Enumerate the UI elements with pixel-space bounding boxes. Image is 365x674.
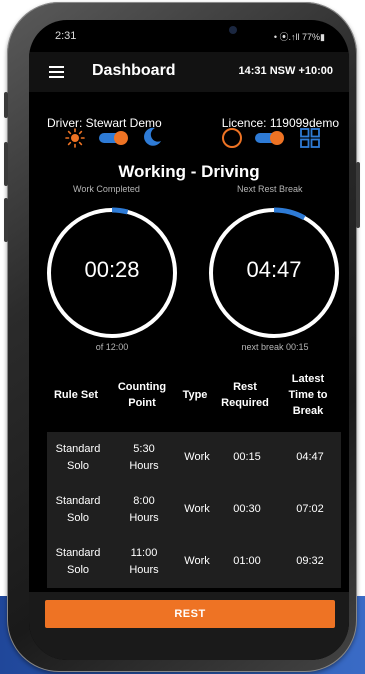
column-header-counting-point: Counting Point [117, 381, 167, 409]
phone-frame: 2:31 • ⦿.↑ll 77%▮ Dashboard 14:31 NSW +1… [4, 2, 360, 672]
volume-up-button [4, 142, 8, 186]
cell-rest-required: 00:30 [233, 503, 261, 516]
work-completed-value: 00:28 [84, 257, 140, 282]
notch [111, 20, 267, 48]
cell-latest-time: 09:32 [296, 555, 324, 568]
rest-progress-arc [273, 207, 306, 221]
hamburger-menu-icon[interactable] [49, 66, 64, 78]
cell-rest-required: 01:00 [233, 555, 261, 568]
table-row: Standard Solo 5:30 Hours Work 00:15 04:4… [47, 432, 341, 484]
gauge-label-work: Work Completed [73, 184, 140, 194]
app-bar-clock: 14:31 NSW +10:00 [238, 65, 333, 77]
cell-latest-time: 07:02 [296, 503, 324, 516]
cell-type: Work [184, 555, 210, 568]
table-row: Standard Solo 11:00 Hours Work 01:00 09:… [47, 536, 341, 588]
cell-type: Work [184, 503, 210, 516]
cell-counting-point: 5:30 Hours [129, 442, 159, 472]
cell-rest-required: 00:15 [233, 451, 261, 464]
cell-counting-point: 8:00 Hours [129, 494, 159, 524]
camera-icon [229, 26, 237, 34]
column-header-rule-set: Rule Set [53, 389, 98, 402]
driving-status-title: Working - Driving [118, 162, 260, 181]
rules-table-header: Rule Set Counting Point Type Rest Requir… [45, 368, 341, 424]
cell-latest-time: 04:47 [296, 451, 324, 464]
column-header-latest-time: Latest Time to Break [288, 373, 328, 417]
table-row: Standard Solo 8:00 Hours Work 00:30 07:0… [47, 484, 341, 536]
column-header-rest-required: Rest Required [221, 381, 269, 409]
grid-icon[interactable] [299, 127, 321, 149]
work-progress-arc [111, 207, 129, 215]
cell-type: Work [184, 451, 210, 464]
cell-counting-point: 11:00 Hours [129, 546, 159, 576]
mute-switch [4, 92, 8, 118]
rules-table-body: Standard Solo 5:30 Hours Work 00:15 04:4… [47, 432, 341, 588]
power-button [356, 162, 360, 228]
page-title: Dashboard [92, 62, 176, 79]
theme-toggle-switch[interactable] [99, 130, 131, 146]
view-toggle-switch[interactable] [255, 130, 287, 146]
sun-icon[interactable] [65, 128, 85, 148]
gauge-label-rest: Next Rest Break [237, 184, 303, 194]
moon-icon[interactable] [141, 126, 163, 148]
work-limit-caption: of 12:00 [95, 342, 129, 352]
column-header-type: Type [182, 389, 208, 402]
rest-button[interactable]: REST [45, 600, 335, 628]
cell-rule-set: Standard Solo [55, 442, 101, 472]
status-bar-indicators: • ⦿.↑ll 77%▮ [273, 32, 325, 42]
circle-icon[interactable] [221, 127, 243, 149]
cell-rule-set: Standard Solo [55, 494, 101, 524]
volume-down-button [4, 198, 8, 242]
app-bar: Dashboard 14:31 NSW +10:00 [29, 52, 349, 92]
phone-screen: 2:31 • ⦿.↑ll 77%▮ Dashboard 14:31 NSW +1… [29, 20, 349, 660]
status-bar-time: 2:31 [55, 30, 77, 42]
cell-rule-set: Standard Solo [55, 546, 101, 576]
next-break-caption: next break 00:15 [241, 342, 309, 352]
next-rest-value: 04:47 [246, 257, 302, 282]
